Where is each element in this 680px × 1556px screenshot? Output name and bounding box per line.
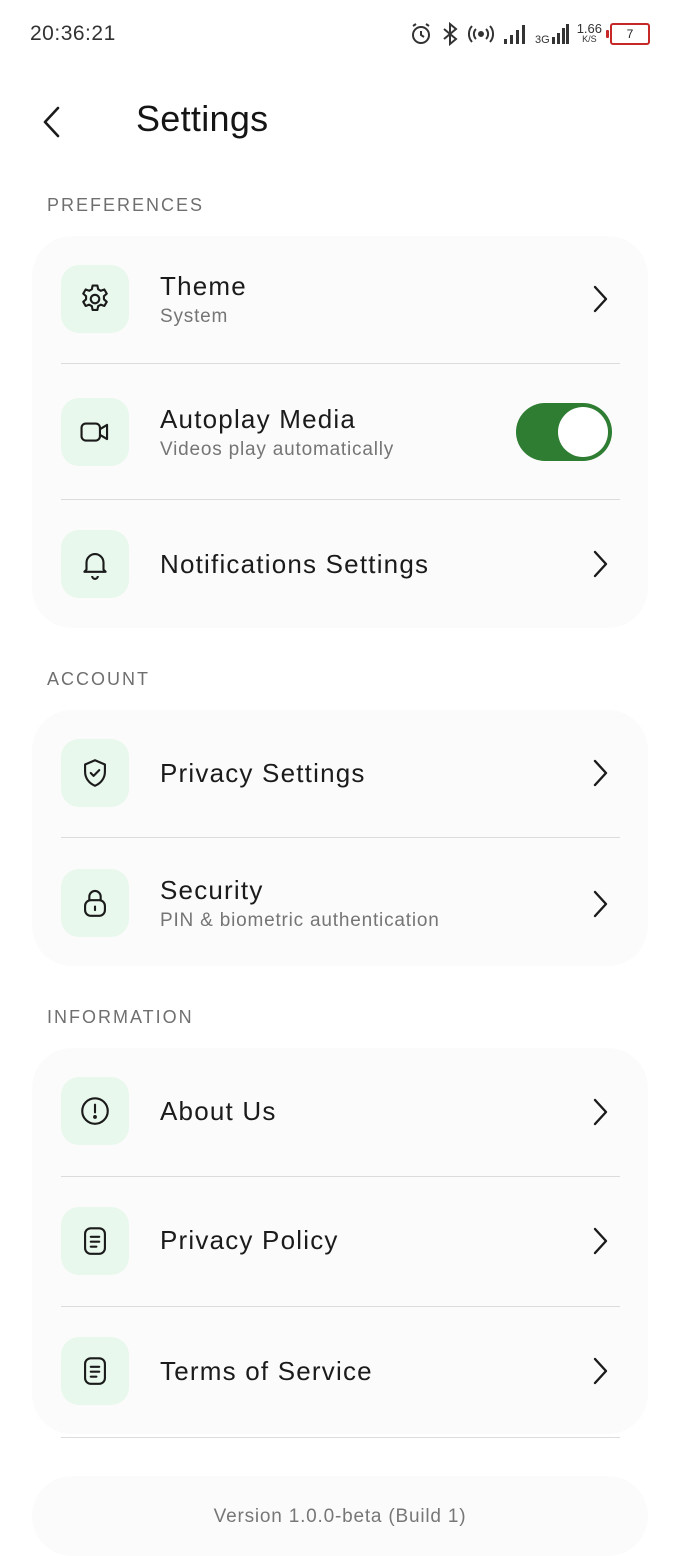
icon-box bbox=[61, 1337, 129, 1405]
battery-icon: 7 bbox=[606, 23, 650, 45]
settings-item-terms-of-service[interactable]: Terms of Service bbox=[32, 1307, 648, 1434]
chevron-right-icon bbox=[588, 1355, 612, 1387]
section-label-preferences: PREFERENCES bbox=[47, 195, 205, 215]
item-title: Autoplay Media bbox=[160, 404, 357, 434]
icon-box bbox=[61, 1077, 129, 1145]
status-icons: 3G 1.66 K/S 7 bbox=[409, 20, 650, 48]
item-title: Privacy Policy bbox=[160, 1225, 339, 1255]
section-label-information: INFORMATION bbox=[47, 1007, 194, 1027]
hotspot-icon bbox=[467, 23, 495, 45]
account-card: Privacy Settings Security PIN & biometri… bbox=[32, 710, 648, 966]
document-icon bbox=[84, 1357, 106, 1385]
version-text: Version 1.0.0-beta (Build 1) bbox=[213, 1506, 467, 1527]
item-title: Notifications Settings bbox=[160, 549, 430, 579]
settings-item-notifications[interactable]: Notifications Settings bbox=[32, 500, 648, 628]
settings-item-theme[interactable]: Theme System bbox=[32, 236, 648, 362]
lock-icon bbox=[84, 889, 106, 917]
item-title: About Us bbox=[160, 1096, 277, 1126]
icon-box bbox=[61, 739, 129, 807]
settings-item-privacy-policy[interactable]: Privacy Policy bbox=[32, 1177, 648, 1306]
bell-icon bbox=[83, 553, 107, 580]
divider bbox=[61, 1437, 620, 1438]
chevron-right-icon bbox=[588, 283, 612, 315]
preferences-card: Theme System Autoplay Media Videos play … bbox=[32, 236, 648, 628]
shield-check-icon bbox=[84, 759, 106, 787]
item-subtitle: PIN & biometric authentication bbox=[160, 910, 440, 931]
icon-box bbox=[61, 265, 129, 333]
chevron-right-icon bbox=[588, 757, 612, 789]
page-title: Settings bbox=[136, 98, 269, 139]
settings-item-privacy-settings[interactable]: Privacy Settings bbox=[32, 710, 648, 836]
icon-box bbox=[61, 1207, 129, 1275]
item-subtitle: Videos play automatically bbox=[160, 439, 395, 460]
chevron-right-icon bbox=[588, 1096, 612, 1128]
info-circle-icon bbox=[81, 1097, 109, 1125]
gear-icon bbox=[82, 284, 108, 311]
battery-level: 7 bbox=[626, 27, 634, 41]
chevron-right-icon bbox=[588, 888, 612, 920]
signal-3g-icon: 3G bbox=[535, 23, 569, 46]
autoplay-toggle[interactable] bbox=[516, 403, 612, 461]
item-title: Theme bbox=[160, 271, 247, 301]
status-time: 20:36:21 bbox=[30, 22, 116, 45]
settings-item-autoplay-media: Autoplay Media Videos play automatically bbox=[32, 364, 648, 499]
bluetooth-icon bbox=[441, 22, 459, 46]
app-bar: Settings bbox=[0, 80, 680, 164]
chevron-left-icon bbox=[43, 106, 60, 138]
section-label-account: ACCOUNT bbox=[47, 669, 150, 689]
document-icon bbox=[84, 1227, 106, 1255]
signal-icon bbox=[503, 23, 527, 45]
item-title: Privacy Settings bbox=[160, 758, 366, 788]
chevron-right-icon bbox=[588, 1225, 612, 1257]
icon-box bbox=[61, 869, 129, 937]
back-button[interactable] bbox=[28, 98, 76, 146]
status-bar: 20:36:21 3G 1.66 K/S 7 bbox=[0, 0, 680, 68]
toggle-knob bbox=[558, 407, 608, 457]
icon-box bbox=[61, 530, 129, 598]
settings-item-security[interactable]: Security PIN & biometric authentication bbox=[32, 838, 648, 966]
alarm-icon bbox=[409, 22, 433, 46]
video-camera-icon bbox=[80, 422, 109, 442]
settings-item-about-us[interactable]: About Us bbox=[32, 1048, 648, 1176]
information-card: About Us Privacy Policy Terms of Service bbox=[32, 1048, 648, 1434]
chevron-right-icon bbox=[588, 548, 612, 580]
item-title: Terms of Service bbox=[160, 1356, 373, 1386]
network-speed: 1.66 K/S bbox=[576, 21, 602, 44]
item-subtitle: System bbox=[160, 306, 229, 327]
icon-box bbox=[61, 398, 129, 466]
item-title: Security bbox=[160, 875, 264, 905]
